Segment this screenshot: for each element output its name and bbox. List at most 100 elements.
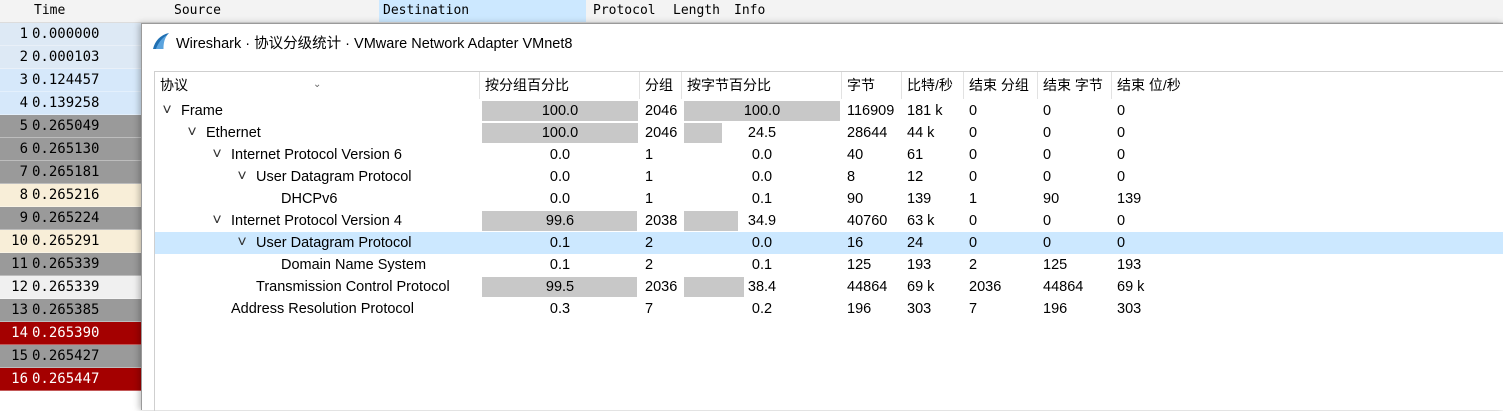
end-packets: 0 [969,235,978,251]
end-bytes: 0 [1043,125,1052,141]
protocol-row[interactable]: DHCPv6 0.0 0.1 1 90 139 1 90 139 [155,188,1503,210]
end-bits-per-second: 0 [1117,169,1126,185]
packet-row[interactable]: 4 0.139258 [0,92,142,115]
packet-row[interactable]: 14 0.265390 [0,322,142,345]
packet-row[interactable]: 6 0.265130 [0,138,142,161]
protocol-name: User Datagram Protocol [256,169,412,185]
packet-percent: 99.6 [482,211,638,231]
byte-percent-value: 0.1 [751,257,773,273]
end-bytes: 196 [1043,301,1068,317]
packet-percent: 99.5 [482,277,638,297]
chevron-down-icon[interactable]: ˅ [209,210,225,232]
end-bits-per-second: 0 [1117,125,1126,141]
packet-row[interactable]: 10 0.265291 [0,230,142,253]
protocol-row[interactable]: Address Resolution Protocol 0.3 0.2 7 196 303… [155,298,1503,320]
bits-per-second: 193 [907,257,932,273]
packet-row[interactable]: 15 0.265427 [0,345,142,368]
end-bits-per-second: 0 [1117,235,1126,251]
packet-time: 0.265339 [32,279,100,295]
column-header-packets[interactable]: 分组 [640,72,682,99]
column-header-length[interactable]: Length [673,3,720,18]
column-header-bytes[interactable]: 字节 [842,72,902,99]
protocol-row[interactable]: ˅ User Datagram Protocol 0.1 0.0 2 16 24 0 0 0 [155,232,1503,254]
column-header-byte-percent[interactable]: 按字节百分比 [682,72,842,99]
protocol-row[interactable]: ˅ Frame 100.0 100.0 2046 116909 181 k 0 0 0 [155,100,1503,122]
byte-percent: 0.0 [684,167,840,187]
packet-percent: 0.0 [482,189,638,209]
packet-row[interactable]: 16 0.265447 [0,368,142,391]
bits-per-second: 44 k [907,125,935,141]
packet-time: 0.265427 [32,348,100,364]
packet-time: 0.265224 [32,210,100,226]
protocol-name: Internet Protocol Version 6 [231,147,402,163]
end-bytes: 0 [1043,213,1052,229]
packet-row[interactable]: 13 0.265385 [0,299,142,322]
packet-percent-value: 0.1 [549,257,571,273]
chevron-down-icon[interactable]: ˅ [159,100,175,122]
end-bytes: 125 [1043,257,1068,273]
bits-per-second: 303 [907,301,932,317]
bits-per-second: 61 [907,147,924,163]
protocol-row[interactable]: ˅ Ethernet 100.0 24.5 2046 28644 44 k 0 0 0 [155,122,1503,144]
protocol-row[interactable]: Domain Name System 0.1 0.1 2 125 193 2 125 193 [155,254,1503,276]
protocol-row[interactable]: ˅ User Datagram Protocol 0.0 0.0 1 8 12 0 0 0 [155,166,1503,188]
packet-number: 15 [11,348,28,364]
column-header-time[interactable]: Time [34,3,65,18]
column-header-source[interactable]: Source [174,3,221,18]
protocol-name: Transmission Control Protocol [256,279,450,295]
packet-percent: 100.0 [482,123,638,143]
packet-number: 12 [11,279,28,295]
packet-percent: 0.1 [482,233,638,253]
column-header-end-packets[interactable]: 结束 分组 [964,72,1038,99]
byte-percent: 0.2 [684,299,840,319]
packet-percent-value: 0.0 [549,169,571,185]
end-packets: 1 [969,191,978,207]
column-header-protocol-name[interactable]: 协议 ⌄ [155,72,480,99]
dialog-titlebar[interactable]: Wireshark · 协议分级统计 · VMware Network Adap… [142,24,1503,58]
column-header-packet-percent[interactable]: 按分组百分比 [480,72,640,99]
packet-number: 14 [11,325,28,341]
packet-row[interactable]: 5 0.265049 [0,115,142,138]
bits-per-second: 12 [907,169,924,185]
end-packets: 0 [969,125,978,141]
end-packets: 7 [969,301,978,317]
packet-number: 16 [11,371,28,387]
column-header-protocol[interactable]: Protocol [593,3,656,18]
dialog-title: Wireshark · 协议分级统计 · VMware Network Adap… [176,36,573,52]
bits-per-second: 181 k [907,103,943,119]
protocol-row[interactable]: Transmission Control Protocol 99.5 38.4 203… [155,276,1503,298]
packets-count: 2046 [645,103,678,119]
column-header-info[interactable]: Info [734,3,765,18]
bytes-count: 196 [847,301,872,317]
packet-row[interactable]: 11 0.265339 [0,253,142,276]
packet-row[interactable]: 2 0.000103 [0,46,142,69]
packet-row[interactable]: 7 0.265181 [0,161,142,184]
chevron-down-icon[interactable]: ˅ [184,122,200,144]
packets-count: 2 [645,235,654,251]
chevron-down-icon[interactable]: ˅ [234,232,250,254]
packet-percent-value: 0.0 [549,191,571,207]
packet-time: 0.265130 [32,141,100,157]
chevron-down-icon[interactable]: ˅ [209,144,225,166]
packet-row[interactable]: 12 0.265339 [0,276,142,299]
packet-percent: 0.0 [482,145,638,165]
protocol-row[interactable]: ˅ Internet Protocol Version 6 0.0 0.0 1 40 61 0… [155,144,1503,166]
column-header-end-bytes[interactable]: 结束 字节 [1038,72,1112,99]
end-packets: 0 [969,213,978,229]
packet-row[interactable]: 3 0.124457 [0,69,142,92]
packet-row[interactable]: 8 0.265216 [0,184,142,207]
protocol-name: Address Resolution Protocol [231,301,414,317]
end-bits-per-second: 193 [1117,257,1142,273]
chevron-down-icon[interactable]: ˅ [234,166,250,188]
column-header-bits-per-second[interactable]: 比特/秒 [902,72,964,99]
column-header-destination[interactable]: Destination [379,0,586,22]
byte-percent: 24.5 [684,123,840,143]
packet-row[interactable]: 1 0.000000 [0,23,142,46]
protocol-row[interactable]: ˅ Internet Protocol Version 4 99.6 34.9 2038… [155,210,1503,232]
packet-number: 6 [19,141,28,157]
packets-count: 2036 [645,279,678,295]
packet-time: 0.265447 [32,371,100,387]
end-bytes: 0 [1043,169,1052,185]
packet-row[interactable]: 9 0.265224 [0,207,142,230]
column-header-end-bits-per-second[interactable]: 结束 位/秒 [1112,72,1212,99]
